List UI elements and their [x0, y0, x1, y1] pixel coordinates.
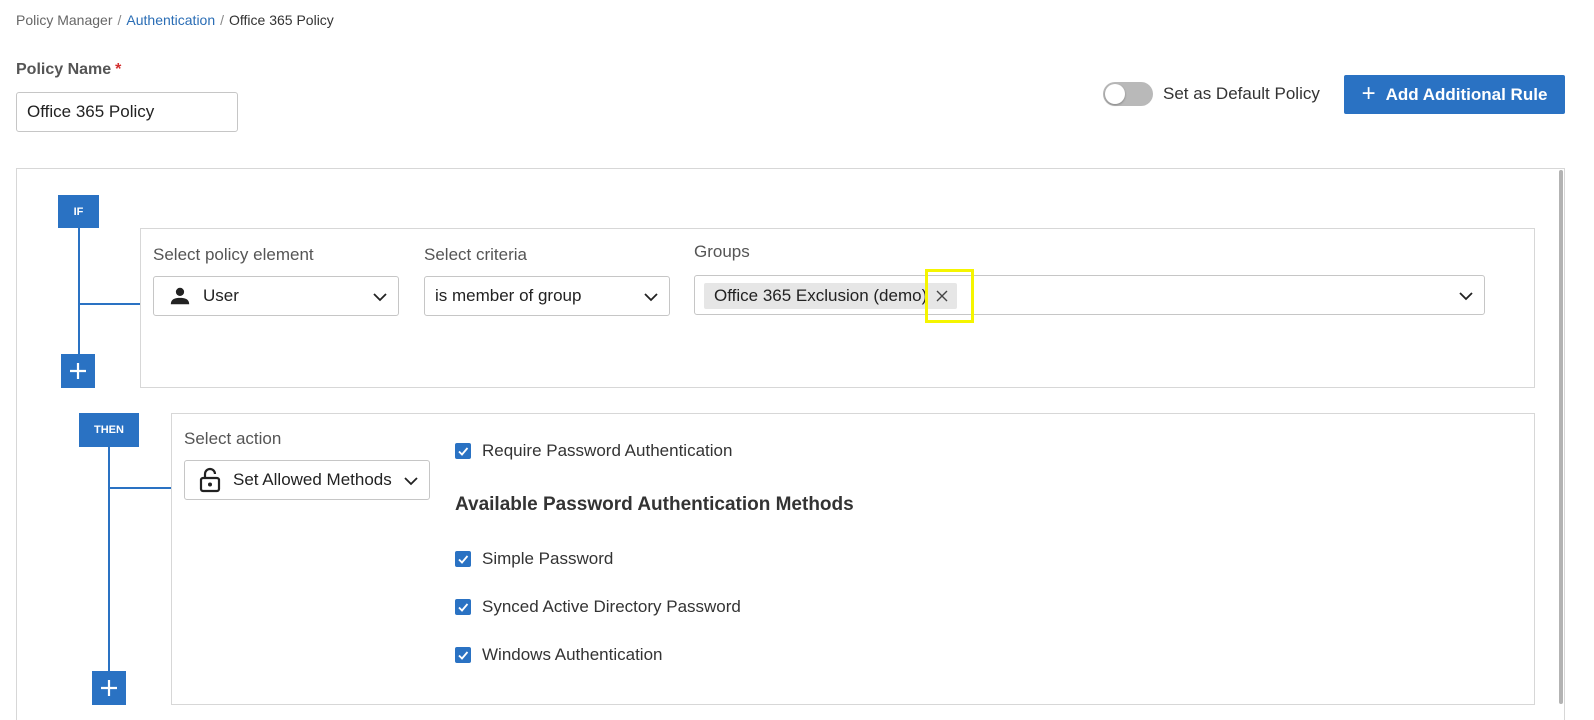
if-connector-line: [78, 228, 80, 354]
method-option[interactable]: Synced Active Directory Password: [455, 597, 741, 617]
method-label: Synced Active Directory Password: [482, 597, 741, 616]
method-option[interactable]: Simple Password: [455, 549, 613, 569]
if-badge: IF: [58, 195, 99, 228]
chevron-down-icon: [373, 293, 387, 302]
methods-section-title: Available Password Authentication Method…: [455, 494, 854, 515]
then-action-panel: [171, 413, 1535, 705]
synced-ad-password-checkbox[interactable]: [455, 599, 471, 615]
default-policy-label: Set as Default Policy: [1163, 84, 1320, 103]
chevron-down-icon: [644, 293, 658, 302]
policy-element-select[interactable]: User: [153, 276, 399, 316]
policy-name-label-text: Policy Name: [16, 61, 112, 78]
criteria-label: Select criteria: [424, 245, 527, 264]
action-value: Set Allowed Methods: [233, 470, 392, 489]
close-icon: [936, 290, 948, 302]
toggle-knob: [1105, 84, 1125, 104]
breadcrumb-policy-manager[interactable]: Policy Manager: [16, 12, 113, 28]
criteria-value: is member of group: [435, 286, 582, 305]
breadcrumb: Policy Manager / Authentication / Office 365…: [16, 12, 334, 28]
plus-icon: +: [1361, 79, 1376, 107]
then-connector-line: [108, 447, 110, 671]
require-password-checkbox[interactable]: [455, 443, 471, 459]
method-label: Windows Authentication: [482, 645, 663, 664]
add-condition-button[interactable]: [61, 354, 95, 388]
breadcrumb-current: Office 365 Policy: [229, 12, 334, 28]
breadcrumb-separator: /: [117, 12, 122, 28]
require-password-label: Require Password Authentication: [482, 441, 733, 460]
check-icon: [458, 651, 469, 660]
simple-password-checkbox[interactable]: [455, 551, 471, 567]
scrollbar[interactable]: [1559, 170, 1563, 704]
chevron-down-icon: [404, 477, 418, 486]
unlock-icon: [199, 467, 221, 493]
check-icon: [458, 555, 469, 564]
user-icon: [170, 287, 190, 305]
policy-name-label: Policy Name *: [16, 61, 121, 79]
action-select[interactable]: Set Allowed Methods: [184, 460, 430, 500]
plus-icon: [70, 363, 86, 379]
add-rule-label: Add Additional Rule: [1385, 84, 1548, 104]
add-additional-rule-button[interactable]: + Add Additional Rule: [1344, 75, 1565, 114]
criteria-select[interactable]: is member of group: [424, 276, 670, 316]
check-icon: [458, 447, 469, 456]
require-password-option[interactable]: Require Password Authentication: [455, 441, 732, 461]
method-label: Simple Password: [482, 549, 614, 568]
breadcrumb-separator: /: [220, 12, 225, 28]
chip-remove-button[interactable]: [927, 283, 957, 309]
chevron-down-icon: [1459, 292, 1473, 301]
groups-multiselect[interactable]: Office 365 Exclusion (demo): [694, 275, 1485, 315]
then-branch-line: [108, 487, 171, 489]
group-chip: Office 365 Exclusion (demo): [704, 283, 958, 309]
policy-element-label: Select policy element: [153, 245, 314, 264]
policy-name-input[interactable]: [16, 92, 238, 132]
group-chip-label: Office 365 Exclusion (demo): [714, 286, 928, 305]
action-label: Select action: [184, 429, 282, 448]
method-option[interactable]: Windows Authentication: [455, 645, 663, 665]
then-badge: THEN: [79, 413, 139, 447]
plus-icon: [101, 680, 117, 696]
if-branch-line: [78, 303, 140, 305]
groups-label: Groups: [694, 242, 750, 261]
breadcrumb-authentication-link[interactable]: Authentication: [126, 12, 215, 28]
default-policy-toggle[interactable]: [1103, 82, 1153, 106]
policy-element-value: User: [203, 286, 239, 305]
check-icon: [458, 603, 469, 612]
add-action-button[interactable]: [92, 671, 126, 705]
windows-authentication-checkbox[interactable]: [455, 647, 471, 663]
required-mark: *: [115, 61, 122, 78]
